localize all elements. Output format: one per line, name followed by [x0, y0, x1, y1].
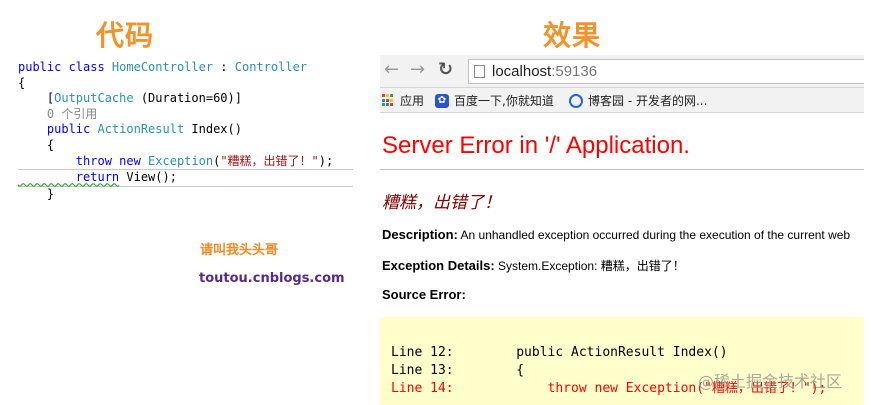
code-heading: 代码: [96, 19, 155, 52]
bookmarks-bar: 应用 ✿ 百度一下,你就知道 博客园 - 开发者的网...: [380, 88, 864, 113]
code-line-6: {: [18, 137, 55, 152]
bookmark-label: 应用: [400, 94, 425, 108]
code-type: HomeController: [111, 60, 214, 74]
code-text: Index(): [184, 122, 242, 137]
code-line-3: [OutputCache (Duration=60)]: [18, 91, 353, 107]
code-text: View();: [119, 170, 177, 185]
bookmark-label: 百度一下,你就知道: [454, 94, 554, 108]
code-line-9: }: [18, 186, 55, 201]
url-host: localhost: [492, 63, 552, 80]
code-text: (Duration=60)]: [133, 91, 242, 106]
code-line-5: public ActionResult Index(): [18, 122, 353, 138]
code-line-1: public class HomeController : Controller: [18, 60, 353, 76]
code-reference-count[interactable]: 0 个引用: [18, 107, 353, 123]
forward-arrow-icon[interactable]: →: [410, 61, 425, 79]
code-text: );: [318, 153, 334, 168]
description-text: An unhandled exception occurred during t…: [457, 228, 851, 242]
author-watermark: 请叫我头头哥: [200, 243, 279, 258]
code-attribute: OutputCache: [54, 91, 134, 106]
error-title: Server Error in '/' Application.: [382, 132, 690, 159]
cnblogs-icon: [569, 93, 583, 108]
address-bar[interactable]: localhost:59136: [468, 59, 864, 84]
source-label: Source Error:: [382, 287, 466, 302]
exception-details: Exception Details: System.Exception: 糟糕，…: [382, 257, 685, 274]
site-watermark: toutou.cnblogs.com: [199, 271, 345, 286]
back-arrow-icon[interactable]: ←: [384, 61, 399, 79]
bookmark-apps[interactable]: 应用: [382, 92, 424, 109]
code-keyword: return: [18, 170, 120, 185]
code-keyword: public class: [18, 60, 112, 74]
exception-text: System.Exception: 糟糕，出错了！: [494, 259, 685, 273]
juejin-watermark: @稀土掘金技术社区: [698, 372, 843, 391]
bookmark-label: 博客园 - 开发者的网...: [588, 94, 708, 108]
code-keyword: public: [18, 122, 98, 137]
code-text: :: [213, 60, 235, 74]
page-icon: [474, 65, 485, 78]
error-description: Description: An unhandled exception occu…: [382, 227, 850, 242]
bookmark-cnblogs[interactable]: 博客园 - 开发者的网...: [569, 92, 707, 109]
result-heading: 效果: [543, 19, 602, 52]
source-line: Line 12: public ActionResult Index(): [391, 345, 728, 360]
reload-icon[interactable]: ↻: [438, 61, 453, 79]
code-line-7: throw new Exception("糟糕，出错了！");: [18, 154, 353, 170]
apps-grid-icon: [382, 94, 395, 107]
code-type: Exception: [148, 153, 214, 168]
code-string: "糟糕，出错了！": [220, 153, 319, 168]
baidu-paw-icon: ✿: [435, 93, 449, 108]
code-type: Controller: [234, 60, 308, 74]
source-error-heading: Source Error:: [382, 287, 466, 302]
code-line-8-current[interactable]: return View();: [18, 169, 353, 187]
error-message: 糟糕，出错了！: [382, 193, 501, 213]
source-line: Line 13: {: [391, 363, 525, 378]
code-type: ActionResult: [97, 122, 185, 137]
exception-label: Exception Details:: [382, 258, 495, 273]
code-editor: public class HomeController : Controller…: [18, 60, 353, 202]
browser-toolbar: ← → ↻ localhost:59136: [380, 55, 864, 88]
bookmark-baidu[interactable]: ✿ 百度一下,你就知道: [435, 92, 554, 109]
browser-window: ← → ↻ localhost:59136 应用 ✿ 百度一下,你就知道 博客园…: [380, 55, 864, 405]
description-label: Description:: [382, 227, 458, 242]
code-keyword: throw new: [18, 153, 149, 168]
code-line-2: {: [18, 75, 26, 90]
url-port: :59136: [551, 63, 598, 80]
url-text[interactable]: localhost:59136: [492, 63, 597, 80]
divider: [380, 169, 864, 170]
code-text: [: [18, 91, 55, 106]
